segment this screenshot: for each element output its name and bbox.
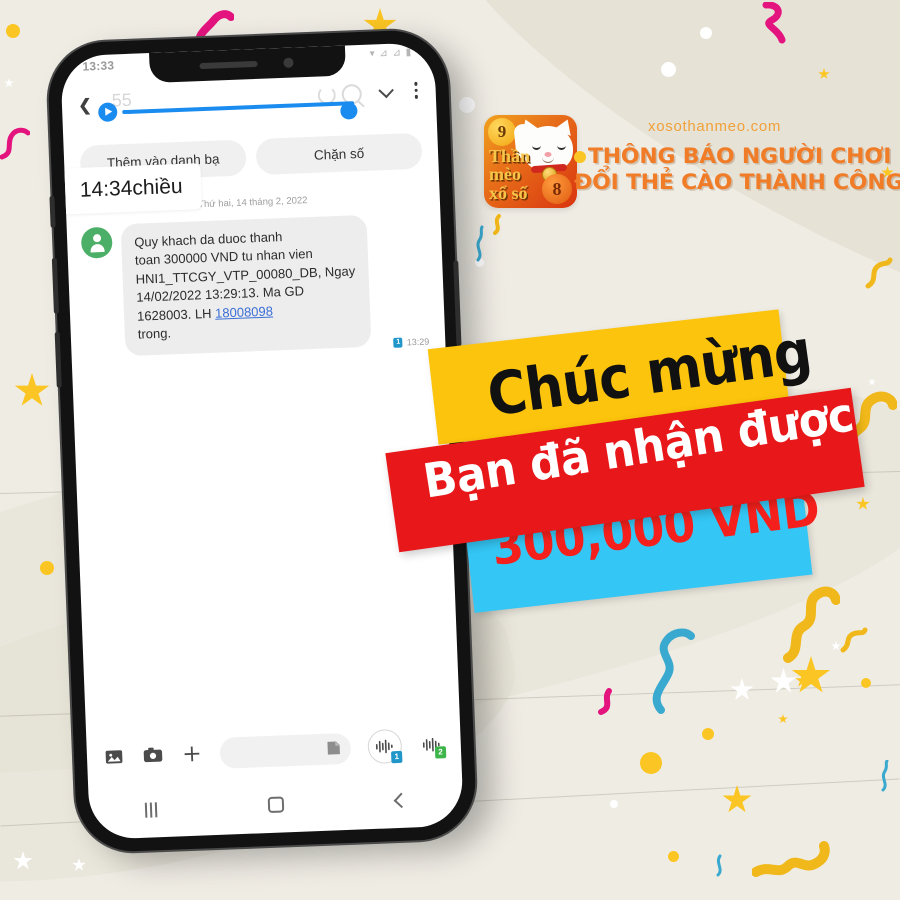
scrubber-knob[interactable]: [340, 101, 358, 120]
chevron-down-icon[interactable]: [378, 82, 394, 99]
status-bar-icons: ▾ ⊿ ⊿ ▮: [369, 46, 413, 60]
confetti-dot: [861, 678, 871, 688]
voice-message-sim1-button[interactable]: 1: [367, 728, 403, 765]
home-icon[interactable]: [268, 796, 285, 814]
confetti-star: [14, 373, 50, 406]
headline-line-2: ĐỔI THẺ CÀO THÀNH CÔNG: [574, 170, 900, 196]
message-time: 13:29: [406, 336, 430, 348]
block-number-chip[interactable]: Chặn số: [255, 132, 423, 176]
confetti-ribbon: [756, 1, 800, 46]
confetti-dot: [610, 800, 618, 808]
message-phone-link[interactable]: 18008098: [215, 303, 273, 320]
sim-badge-1: 1: [391, 750, 403, 764]
logo-wordmark: Thần mèo xổ số: [489, 147, 547, 202]
sim-badge-2: 2: [434, 746, 447, 759]
confetti-ribbon: [878, 759, 892, 792]
time-overlay-label: 14:34chiều: [60, 163, 203, 215]
confetti-star: [730, 678, 754, 700]
confetti-ribbon: [864, 256, 894, 290]
cat-eye-right: [557, 145, 566, 150]
confetti-star: [856, 497, 870, 510]
confetti-ribbon: [839, 622, 871, 656]
kebab-menu-icon[interactable]: [413, 81, 418, 102]
confetti-dot: [459, 97, 475, 113]
confetti-star: [831, 641, 841, 651]
message-bubble[interactable]: Quy khach da duoc thanh toan 300000 VND …: [120, 214, 372, 356]
sticker-icon[interactable]: [324, 739, 342, 757]
confetti-dot: [475, 258, 484, 267]
compose-bar: 1 2: [86, 718, 462, 784]
plus-icon[interactable]: [181, 743, 204, 766]
image-icon[interactable]: [103, 745, 126, 768]
message-meta: 1 13:29: [393, 336, 430, 348]
confetti-ribbon: [776, 580, 841, 664]
confetti-ribbon: [713, 849, 727, 877]
confetti-star: [770, 668, 797, 693]
confetti-ribbon: [0, 125, 31, 161]
message-row: Quy khach da duoc thanh toan 300000 VND …: [80, 213, 432, 358]
confetti-dot: [668, 851, 679, 862]
confetti-star: [778, 714, 788, 724]
confetti-ribbon: [597, 685, 621, 715]
confetti-dot: [702, 728, 714, 740]
confetti-dot: [6, 24, 20, 38]
confetti-star: [795, 673, 810, 687]
recents-icon[interactable]: [144, 801, 158, 818]
confetti-star: [818, 851, 827, 860]
back-icon[interactable]: [393, 792, 410, 808]
android-nav-bar: [88, 776, 463, 834]
phone-screen: 13:33 ▾ ⊿ ⊿ ▮ ❮ 55 Thêm vào danh bạ Chặn: [60, 42, 464, 840]
confetti-star: [4, 78, 14, 88]
sim-badge: 1: [393, 337, 403, 348]
poster-canvas: 13:33 ▾ ⊿ ⊿ ▮ ❮ 55 Thêm vào danh bạ Chặn: [0, 0, 900, 900]
status-bar-time: 13:33: [82, 58, 115, 74]
logo-ball-9: 9: [488, 118, 516, 146]
confetti-dot: [700, 27, 712, 39]
confetti-ribbon: [490, 208, 508, 236]
logo-line-1: Thần: [489, 146, 531, 166]
phone-mockup: 13:33 ▾ ⊿ ⊿ ▮ ❮ 55 Thêm vào danh bạ Chặn: [46, 28, 478, 854]
confetti-star: [868, 378, 876, 386]
confetti-dot: [40, 561, 54, 575]
logo-line-2: mèo: [489, 164, 521, 185]
site-url: xosothanmeo.com: [648, 118, 782, 135]
voice-message-sim2-button[interactable]: 2: [418, 731, 447, 759]
logo-line-3: xổ số: [489, 182, 528, 203]
headline-bullet-dot: [574, 151, 586, 163]
avatar: [80, 226, 113, 259]
confetti-star: [13, 851, 33, 870]
confetti-ribbon: [645, 622, 697, 716]
confetti-ribbon: [472, 225, 488, 263]
brand-logo: 9 8 Thần mèo xổ số: [484, 115, 577, 208]
confetti-star: [722, 785, 752, 813]
earpiece-speaker: [199, 60, 258, 70]
confetti-star: [818, 68, 830, 79]
back-chevron-icon[interactable]: ❮: [74, 95, 97, 116]
confetti-ribbon: [751, 838, 832, 880]
headline-block: THÔNG BÁO NGƯỜI CHƠI ĐỔI THẺ CÀO THÀNH C…: [574, 144, 900, 196]
confetti-dot: [661, 62, 676, 77]
camera-icon[interactable]: [142, 744, 165, 767]
headline-line-1: THÔNG BÁO NGƯỜI CHƠI: [588, 144, 892, 169]
confetti-star: [791, 656, 831, 693]
message-input[interactable]: [219, 732, 352, 769]
confetti-star: [72, 858, 86, 871]
confetti-dot: [640, 752, 662, 774]
front-camera: [283, 57, 294, 68]
